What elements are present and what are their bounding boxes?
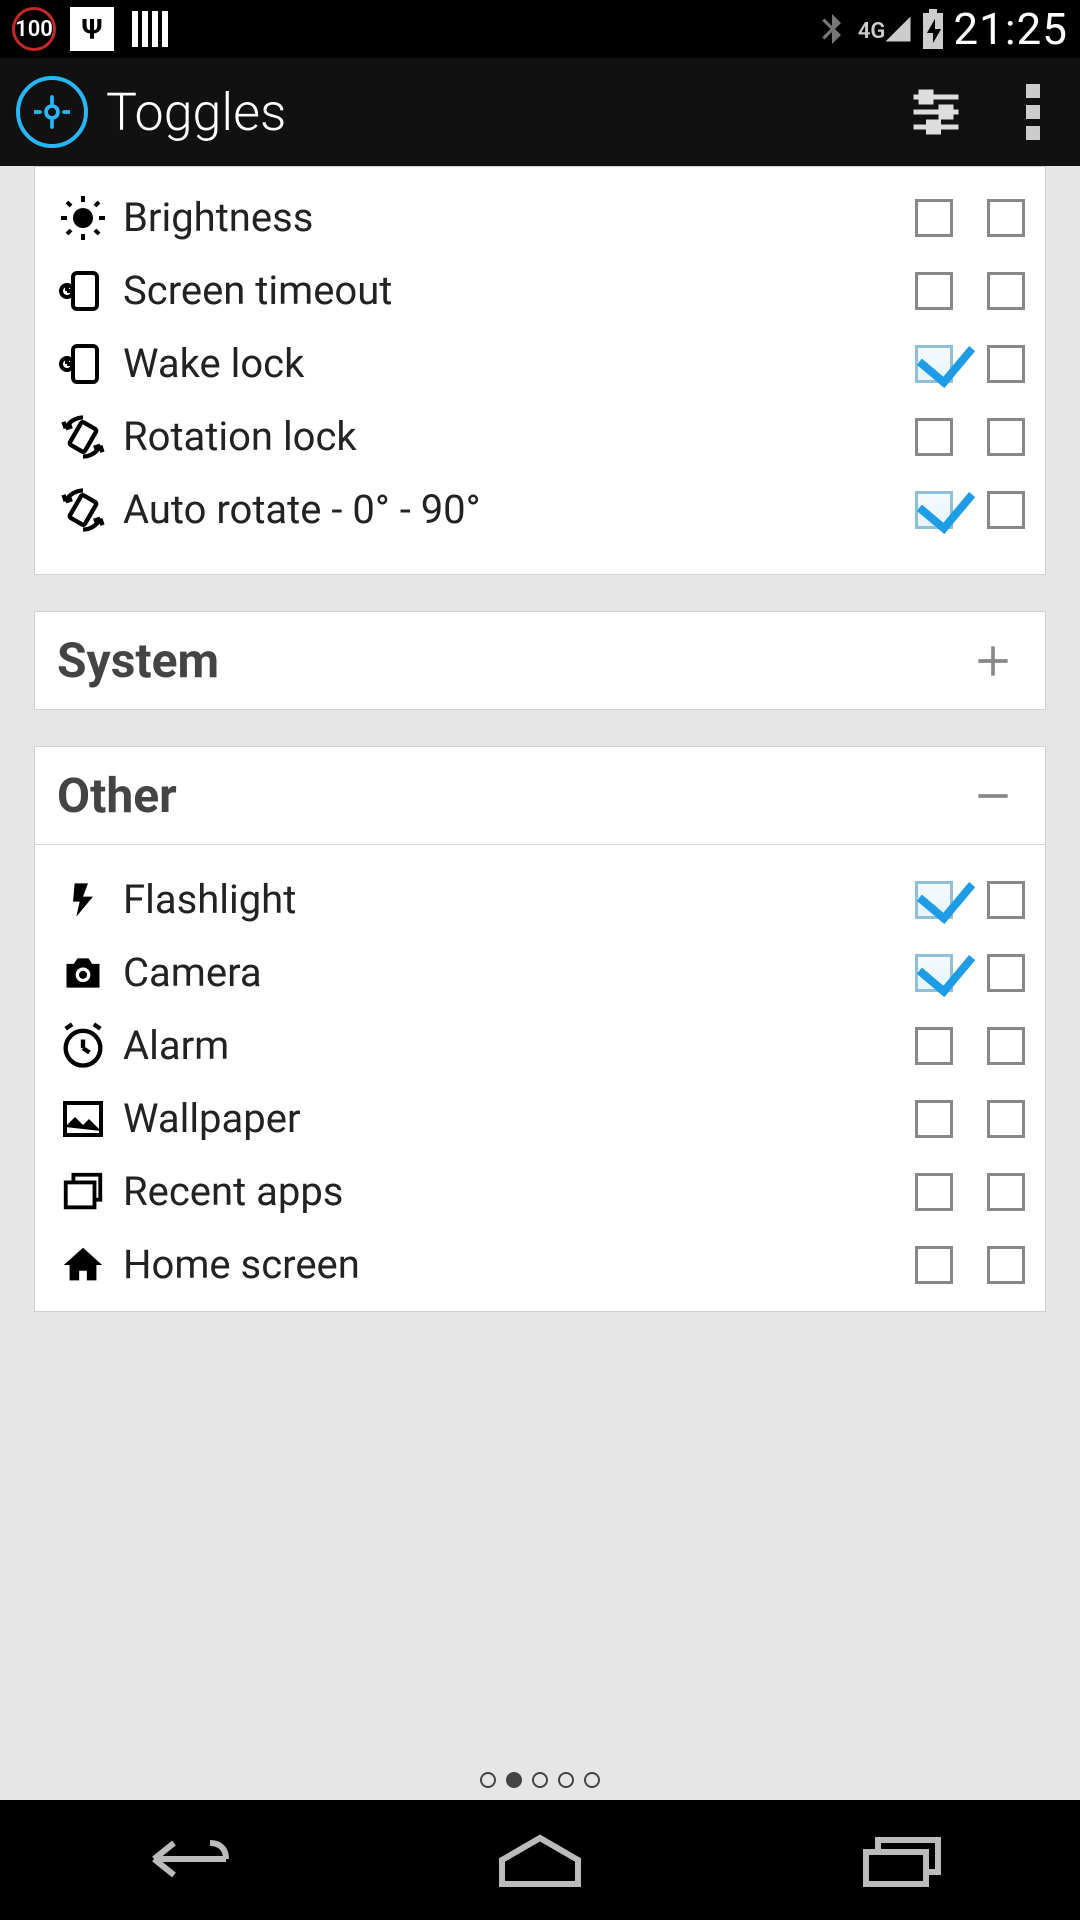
alarm-icon (47, 1020, 119, 1072)
toggle-label: Brightness (119, 194, 881, 241)
checkbox-secondary[interactable] (987, 345, 1025, 383)
collapse-icon[interactable] (969, 772, 1017, 820)
rotate-icon (47, 411, 119, 463)
brightness-icon (47, 194, 119, 242)
recent-icon (47, 1169, 119, 1215)
toggle-row[interactable]: Recent apps (35, 1155, 1045, 1228)
toggle-label: Recent apps (119, 1168, 881, 1215)
toggle-row[interactable]: Camera (35, 936, 1045, 1009)
checkbox-primary[interactable] (915, 199, 953, 237)
nav-bar (0, 1800, 1080, 1920)
checkbox-secondary[interactable] (987, 1027, 1025, 1065)
section-other-title: Other (57, 767, 177, 824)
checkbox-secondary[interactable] (987, 491, 1025, 529)
app-logo-icon (16, 76, 88, 148)
section-system-title: System (57, 632, 219, 689)
content-area: Brightness Screen timeout Wake lock Rotatio… (0, 166, 1080, 1800)
checkbox-primary[interactable] (915, 954, 953, 992)
checkbox-primary[interactable] (915, 1027, 953, 1065)
recent-apps-button[interactable] (840, 1825, 960, 1895)
toggle-row[interactable]: Flashlight (35, 863, 1045, 936)
section-other-card: Other Flashlight Camera Alarm Wallpaper Rece… (34, 746, 1046, 1312)
toggle-row[interactable]: Home screen (35, 1228, 1045, 1301)
rotate-icon (47, 484, 119, 536)
pager-dot[interactable] (506, 1772, 522, 1788)
flash-icon (47, 876, 119, 924)
toggle-label: Home screen (119, 1241, 881, 1288)
pager-dot[interactable] (480, 1772, 496, 1788)
toggle-row[interactable]: Alarm (35, 1009, 1045, 1082)
checkbox-primary[interactable] (915, 418, 953, 456)
checkbox-primary[interactable] (915, 1173, 953, 1211)
toggle-row[interactable]: Auto rotate - 0° - 90° (35, 473, 1045, 546)
checkbox-secondary[interactable] (987, 199, 1025, 237)
page-indicator (0, 1764, 1080, 1796)
checkbox-primary[interactable] (915, 1246, 953, 1284)
checkbox-secondary[interactable] (987, 418, 1025, 456)
toggle-label: Flashlight (119, 876, 881, 923)
checkbox-primary[interactable] (915, 881, 953, 919)
checkbox-primary[interactable] (915, 345, 953, 383)
toggle-row[interactable]: Brightness (35, 181, 1045, 254)
sliders-icon[interactable] (906, 82, 966, 142)
timeout-icon (47, 340, 119, 388)
home-icon (47, 1242, 119, 1288)
overflow-menu-icon[interactable] (1026, 84, 1040, 140)
checkbox-secondary[interactable] (987, 1246, 1025, 1284)
home-button[interactable] (480, 1825, 600, 1895)
checkbox-primary[interactable] (915, 272, 953, 310)
checkbox-primary[interactable] (915, 491, 953, 529)
page-title: Toggles (106, 82, 906, 143)
toggle-label: Screen timeout (119, 267, 881, 314)
pager-dot[interactable] (558, 1772, 574, 1788)
status-bar: 100 Ψ 4G 21:25 (0, 0, 1080, 58)
toggle-row[interactable]: Screen timeout (35, 254, 1045, 327)
toggle-label: Wake lock (119, 340, 881, 387)
toggle-label: Auto rotate - 0° - 90° (119, 486, 881, 533)
checkbox-secondary[interactable] (987, 1100, 1025, 1138)
checkbox-secondary[interactable] (987, 881, 1025, 919)
barcode-icon (128, 7, 172, 51)
toggle-label: Rotation lock (119, 413, 881, 460)
pager-dot[interactable] (584, 1772, 600, 1788)
toggle-row[interactable]: Wallpaper (35, 1082, 1045, 1155)
network-4g-icon: 4G (858, 14, 914, 44)
checkbox-secondary[interactable] (987, 954, 1025, 992)
wallpaper-icon (47, 1095, 119, 1143)
pager-dot[interactable] (532, 1772, 548, 1788)
battery-charging-icon (921, 9, 945, 49)
checkbox-secondary[interactable] (987, 272, 1025, 310)
toggle-row[interactable]: Wake lock (35, 327, 1045, 400)
bluetooth-icon (814, 11, 850, 47)
toggle-label: Wallpaper (119, 1095, 881, 1142)
camera-icon (47, 951, 119, 995)
usb-icon: Ψ (70, 7, 114, 51)
section-system-card[interactable]: System (34, 611, 1046, 710)
timeout-icon (47, 267, 119, 315)
expand-icon[interactable] (969, 637, 1017, 685)
checkbox-secondary[interactable] (987, 1173, 1025, 1211)
app-bar: Toggles (0, 58, 1080, 166)
back-button[interactable] (120, 1825, 240, 1895)
toggle-label: Alarm (119, 1022, 881, 1069)
clock-text: 21:25 (953, 3, 1068, 55)
toggle-label: Camera (119, 949, 881, 996)
checkbox-primary[interactable] (915, 1100, 953, 1138)
section-display-card: Brightness Screen timeout Wake lock Rotatio… (34, 166, 1046, 575)
battery-percent-icon: 100 (12, 7, 56, 51)
toggle-row[interactable]: Rotation lock (35, 400, 1045, 473)
section-other-header[interactable]: Other (35, 747, 1045, 844)
